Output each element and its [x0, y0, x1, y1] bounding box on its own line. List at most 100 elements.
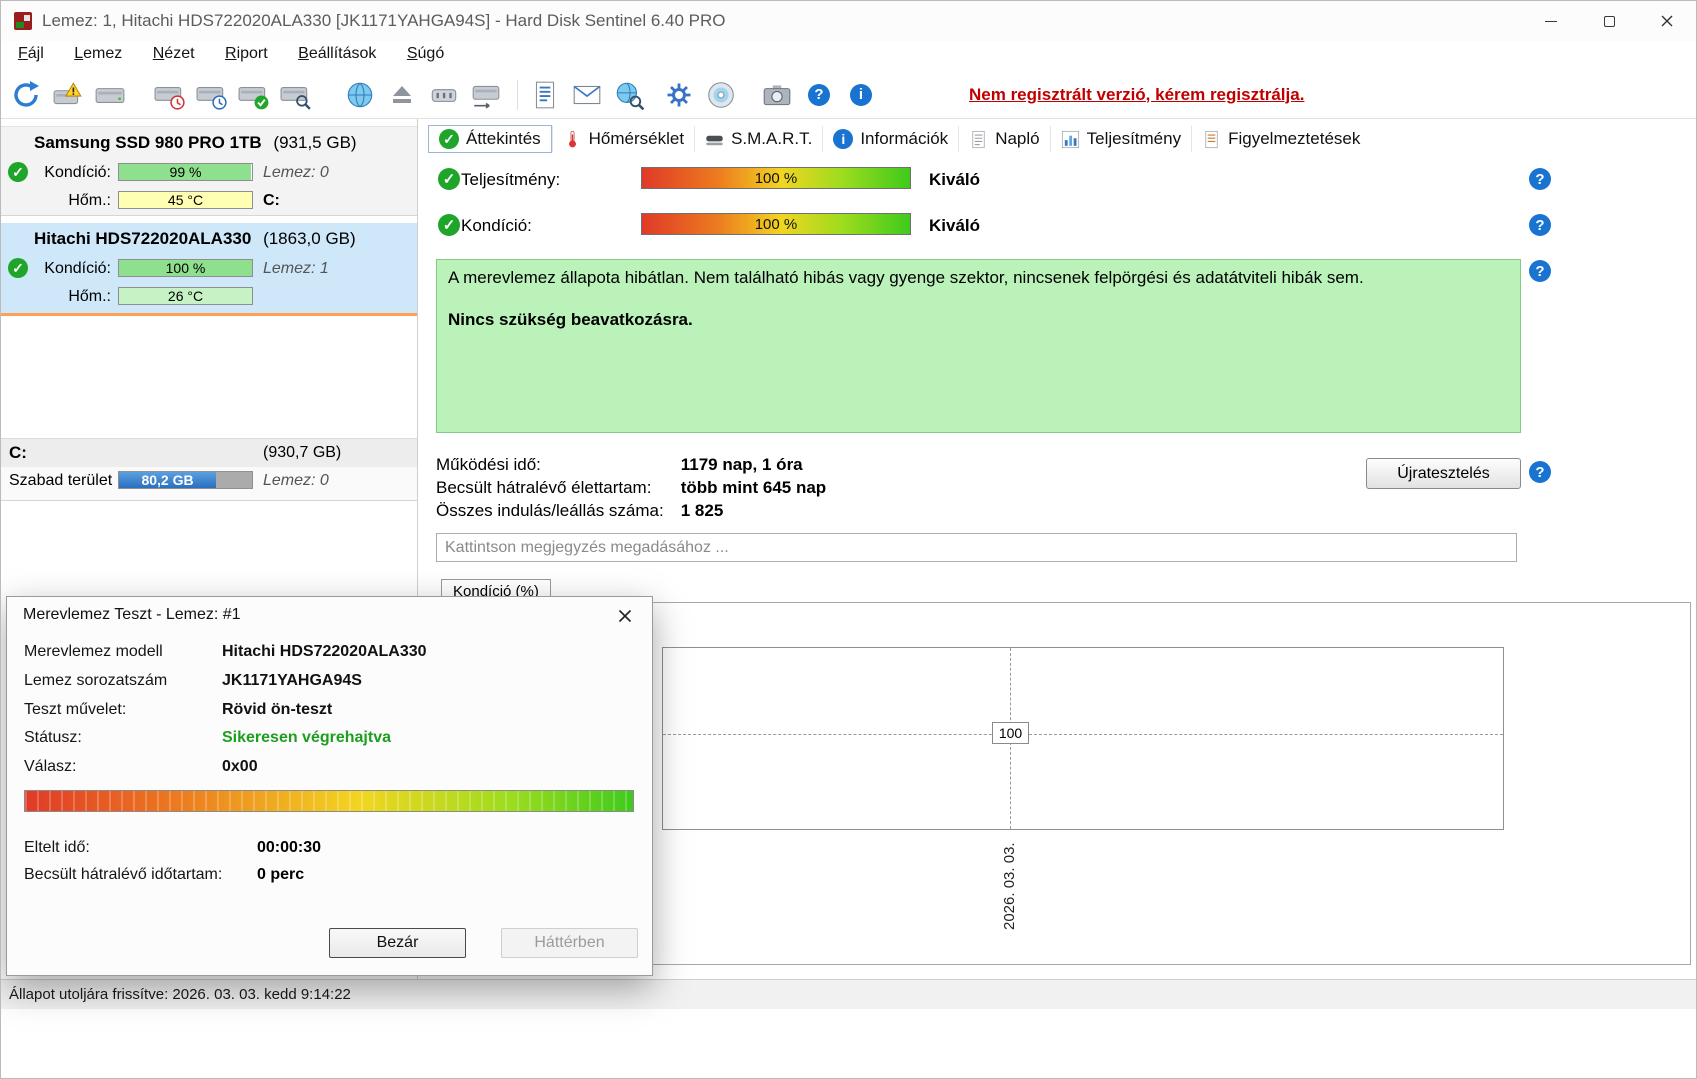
menu-beallitasok[interactable]: Beállítások	[285, 41, 389, 67]
menu-riport[interactable]: Riport	[212, 41, 281, 67]
network-disk-button[interactable]	[341, 76, 379, 114]
thermometer-icon	[568, 130, 576, 147]
plug-icon	[431, 88, 457, 102]
free-space-row: Szabad terület 80,2 GB Lemez: 0	[1, 467, 417, 495]
menu-nezet[interactable]: Nézet	[140, 41, 208, 67]
disk-index-label: Lemez: 0	[263, 472, 329, 489]
eject-icon	[393, 85, 411, 103]
disk-check-icon	[238, 86, 269, 109]
close-test-button[interactable]: Bezár	[329, 928, 466, 958]
menu-lemez[interactable]: Lemez	[61, 41, 135, 67]
screenshot-button[interactable]	[758, 76, 796, 114]
lifetime-value: több mint 645 nap	[680, 478, 827, 497]
response-label: Válasz:	[24, 758, 77, 775]
online-check-button[interactable]	[610, 76, 648, 114]
performance-value: 100 %	[754, 169, 798, 187]
tab-homerseklet[interactable]: Hőmérséklet	[551, 126, 694, 152]
external-disk-button[interactable]	[467, 76, 505, 114]
help-condition-button[interactable]: ?	[1529, 214, 1551, 236]
app-icon	[14, 12, 32, 30]
condition-bar: 100 %	[641, 213, 911, 235]
disk-size: (1863,0 GB)	[263, 229, 356, 248]
tab-attekintes[interactable]: ✓ Áttekintés	[428, 125, 552, 153]
comment-input[interactable]	[436, 533, 1517, 562]
help-icon: ?	[808, 83, 830, 106]
tab-label: Áttekintés	[466, 129, 541, 148]
remaining-label: Becsült hátralévő időtartam:	[24, 866, 223, 883]
serial-value: JK1171YAHGA94S	[222, 672, 362, 689]
help-button[interactable]: ?	[800, 76, 838, 114]
power-on-value: 1179 nap, 1 óra	[680, 455, 803, 474]
camera-icon	[763, 84, 791, 105]
free-space-label: Szabad terület	[9, 472, 113, 489]
start-stop-value: 1 825	[680, 501, 724, 520]
status-label: Státusz:	[24, 729, 82, 746]
remaining-value: 0 perc	[257, 866, 305, 883]
tab-label: Teljesítmény	[1086, 129, 1182, 148]
settings-button[interactable]	[660, 76, 698, 114]
disc-button[interactable]	[702, 76, 740, 114]
chart-gridline-horizontal	[663, 734, 1503, 735]
retest-button[interactable]: Újratesztelés	[1366, 458, 1521, 489]
minimize-button[interactable]	[1522, 1, 1580, 41]
help-retest-button[interactable]: ?	[1529, 461, 1551, 483]
temperature-value: 26 °C	[167, 288, 204, 304]
condition-label: Kondíció:	[44, 260, 111, 277]
free-space-rest	[216, 472, 252, 488]
disk-short-test-button[interactable]	[151, 76, 189, 114]
info-button[interactable]: i	[842, 76, 880, 114]
mail-icon	[573, 85, 601, 104]
performance-chart-icon	[1061, 130, 1079, 148]
disk-clock-blue-icon	[196, 86, 227, 110]
connector-button[interactable]	[425, 76, 463, 114]
tab-informaciok[interactable]: i Információk	[822, 126, 958, 152]
menu-sugo[interactable]: Súgó	[394, 41, 457, 67]
tabbar: ✓ Áttekintés Hőmérséklet S.M.A.R.T. i In…	[428, 124, 1370, 154]
tab-smart[interactable]: S.M.A.R.T.	[694, 126, 822, 152]
last-updated-text: Állapot utoljára frissítve: 2026. 03. 03…	[9, 986, 351, 1003]
maximize-button[interactable]	[1580, 1, 1638, 41]
smart-icon	[706, 135, 723, 145]
email-button[interactable]	[568, 76, 606, 114]
condition-bar: 100 %	[118, 259, 253, 277]
condition-rating: Kiváló	[929, 216, 981, 235]
disk-header: Samsung SSD 980 PRO 1TB (931,5 GB)	[1, 127, 417, 159]
disk-analyze-button[interactable]	[277, 76, 315, 114]
free-space-value: 80,2 GB	[119, 472, 217, 488]
chart-x-axis-date: 2026. 03. 03.	[1001, 842, 1018, 930]
help-status-button[interactable]: ?	[1529, 260, 1551, 282]
disk-ok-button[interactable]	[235, 76, 273, 114]
report-icon	[535, 81, 555, 108]
disk-warning-button[interactable]	[49, 76, 87, 114]
menu-fajl[interactable]: Fájl	[5, 41, 57, 67]
power-on-row: Működési idő: 1179 nap, 1 óra	[436, 455, 803, 475]
globe-search-icon	[616, 82, 645, 110]
dialog-close-button[interactable]	[608, 603, 642, 629]
elapsed-label: Eltelt idő:	[24, 839, 90, 856]
disk-extended-test-button[interactable]	[193, 76, 231, 114]
disk-item-samsung[interactable]: Samsung SSD 980 PRO 1TB (931,5 GB) ✓ Kon…	[1, 126, 417, 216]
report-button[interactable]	[526, 76, 564, 114]
background-button[interactable]: Háttérben	[501, 928, 638, 958]
tab-figyelmeztetesek[interactable]: Figyelmeztetések	[1191, 126, 1370, 152]
partition-header: C: (930,7 GB)	[1, 439, 417, 467]
health-status-box: A merevlemez állapota hibátlan. Nem talá…	[436, 259, 1521, 433]
help-performance-button[interactable]: ?	[1529, 168, 1551, 190]
disk-item-hitachi[interactable]: Hitachi HDS722020ALA330 (1863,0 GB) ✓ Ko…	[1, 223, 417, 316]
app-window: Lemez: 1, Hitachi HDS722020ALA330 [JK117…	[0, 0, 1697, 1079]
operation-value: Rövid ön-teszt	[222, 701, 333, 718]
gear-icon	[667, 83, 691, 106]
drive-letter: C:	[263, 192, 280, 209]
condition-row: ✓ Kondíció: 99 % Lemez: 0	[1, 159, 417, 187]
health-status-text: A merevlemez állapota hibátlan. Nem talá…	[448, 268, 1364, 287]
close-window-button[interactable]	[1638, 1, 1696, 41]
partition-item-c[interactable]: C: (930,7 GB) Szabad terület 80,2 GB Lem…	[1, 438, 417, 501]
disk-button[interactable]	[91, 76, 129, 114]
tab-naplo[interactable]: Napló	[958, 126, 1049, 152]
register-notice[interactable]: Nem regisztrált verzió, kérem regisztrál…	[969, 85, 1304, 105]
disk-index-label: Lemez: 1	[263, 260, 329, 277]
tab-teljesitmeny[interactable]: Teljesítmény	[1049, 126, 1191, 152]
eject-button[interactable]	[383, 76, 421, 114]
refresh-button[interactable]	[7, 76, 45, 114]
partition-name: C:	[9, 443, 27, 462]
